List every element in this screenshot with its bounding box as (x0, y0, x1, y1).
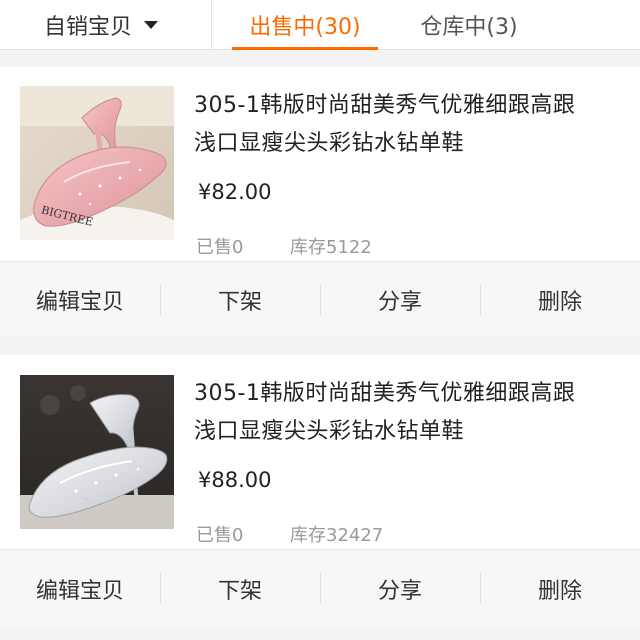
tab-in-warehouse-label: 仓库中(3) (420, 15, 518, 40)
sold-count: 已售0 (196, 525, 244, 546)
product-title-line-1: 305-1韩版时尚甜美秀气优雅细跟高跟 (194, 93, 576, 118)
tab-on-sale-label: 出售中(30) (249, 15, 361, 40)
edit-product-button[interactable]: 编辑宝贝 (0, 262, 160, 337)
product-price: ¥88.00 (198, 468, 272, 492)
product-thumbnail[interactable] (20, 375, 174, 529)
tab-on-sale[interactable]: 出售中(30) (232, 0, 378, 50)
product-thumbnail[interactable]: BIGTREE (20, 86, 174, 240)
sold-count: 已售0 (196, 237, 244, 258)
product-card: BIGTREE 305-1韩版时尚甜美秀气优雅细跟高跟 浅口显瘦尖头彩钻水钻单鞋… (0, 67, 640, 337)
product-filter-dropdown[interactable]: 自销宝贝 (0, 0, 212, 50)
silver-heel-shoe-image (20, 375, 174, 529)
delete-button[interactable]: 删除 (480, 262, 640, 337)
delist-button[interactable]: 下架 (160, 262, 320, 337)
product-actions: 编辑宝贝 下架 分享 删除 (0, 261, 640, 337)
tab-in-warehouse[interactable]: 仓库中(3) (404, 0, 534, 50)
product-price: ¥82.00 (198, 180, 272, 204)
active-tab-indicator (232, 47, 378, 50)
stock-count: 库存5122 (290, 237, 372, 258)
filter-label: 自销宝贝 (44, 15, 133, 40)
product-card: 305-1韩版时尚甜美秀气优雅细跟高跟 浅口显瘦尖头彩钻水钻单鞋 ¥88.00 … (0, 355, 640, 627)
share-button[interactable]: 分享 (320, 550, 480, 627)
product-title-line-2: 浅口显瘦尖头彩钻水钻单鞋 (194, 419, 465, 444)
stock-count: 库存32427 (290, 525, 384, 546)
edit-product-button[interactable]: 编辑宝贝 (0, 550, 160, 627)
delete-button[interactable]: 删除 (480, 550, 640, 627)
delist-button[interactable]: 下架 (160, 550, 320, 627)
product-title-line-1: 305-1韩版时尚甜美秀气优雅细跟高跟 (194, 381, 576, 406)
product-actions: 编辑宝贝 下架 分享 删除 (0, 549, 640, 627)
caret-down-icon (144, 21, 159, 29)
product-title[interactable]: 305-1韩版时尚甜美秀气优雅细跟高跟 浅口显瘦尖头彩钻水钻单鞋 (194, 87, 614, 163)
product-title[interactable]: 305-1韩版时尚甜美秀气优雅细跟高跟 浅口显瘦尖头彩钻水钻单鞋 (194, 375, 614, 451)
product-title-line-2: 浅口显瘦尖头彩钻水钻单鞋 (194, 131, 465, 156)
pink-heel-shoe-image: BIGTREE (20, 86, 174, 240)
share-button[interactable]: 分享 (320, 262, 480, 337)
top-bar: 自销宝贝 出售中(30) 仓库中(3) (0, 0, 640, 50)
